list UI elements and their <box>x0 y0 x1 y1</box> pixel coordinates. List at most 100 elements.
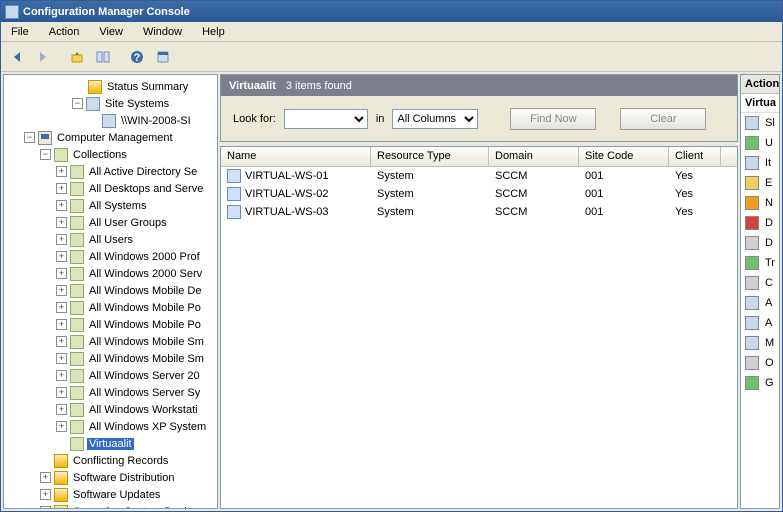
look-for-input[interactable] <box>284 109 368 129</box>
expand-icon[interactable]: + <box>56 285 67 296</box>
up-button[interactable] <box>65 45 89 69</box>
tree-conflicting-records[interactable]: Conflicting Records <box>40 452 217 469</box>
expand-icon[interactable]: + <box>40 506 51 509</box>
tree-collection-item[interactable]: +All User Groups <box>56 214 217 231</box>
new-window-button[interactable] <box>151 45 175 69</box>
tree-status-summary[interactable]: Status Summary <box>88 78 217 95</box>
menu-view[interactable]: View <box>89 24 133 40</box>
tree-collection-item[interactable]: +All Systems <box>56 197 217 214</box>
help-button[interactable]: ? <box>125 45 149 69</box>
menu-help[interactable]: Help <box>192 24 235 40</box>
main-pane: Virtuaalit 3 items found Look for: in Al… <box>220 74 738 509</box>
action-item[interactable]: D <box>741 213 779 233</box>
expand-icon[interactable]: + <box>56 421 67 432</box>
tree-pane[interactable]: Status Summary −Site Systems \\WIN-2008-… <box>3 74 218 509</box>
columns-select[interactable]: All Columns <box>392 109 478 129</box>
collection-icon <box>70 301 84 315</box>
collection-icon <box>70 386 84 400</box>
expand-icon[interactable]: + <box>56 268 67 279</box>
app-window: Configuration Manager Console File Actio… <box>0 0 783 512</box>
action-item[interactable]: A <box>741 313 779 333</box>
menu-action[interactable]: Action <box>39 24 90 40</box>
expand-icon[interactable]: + <box>56 183 67 194</box>
action-item[interactable]: U <box>741 133 779 153</box>
action-item[interactable]: N <box>741 193 779 213</box>
table-row[interactable]: VIRTUAL-WS-01SystemSCCM001Yes <box>221 167 737 185</box>
tree-collection-item[interactable]: +All Windows 2000 Serv <box>56 265 217 282</box>
expand-icon[interactable]: + <box>56 336 67 347</box>
action-icon <box>745 196 759 210</box>
action-item[interactable]: It <box>741 153 779 173</box>
expand-icon[interactable]: + <box>40 489 51 500</box>
expand-icon[interactable]: + <box>56 217 67 228</box>
collection-icon <box>70 403 84 417</box>
svg-text:?: ? <box>134 52 141 64</box>
col-name[interactable]: Name <box>221 147 371 166</box>
tree-collection-item[interactable]: +All Desktops and Serve <box>56 180 217 197</box>
collapse-icon[interactable]: − <box>24 132 35 143</box>
action-item[interactable]: C <box>741 273 779 293</box>
expand-icon[interactable]: + <box>56 404 67 415</box>
tree-software-updates[interactable]: +Software Updates <box>40 486 217 503</box>
tree-collection-item[interactable]: +All Windows Mobile Sm <box>56 333 217 350</box>
find-now-button[interactable]: Find Now <box>510 108 596 130</box>
expand-icon[interactable]: + <box>56 370 67 381</box>
action-item[interactable]: Sl <box>741 113 779 133</box>
tree-collection-item[interactable]: +All Windows Server 20 <box>56 367 217 384</box>
back-button[interactable] <box>5 45 29 69</box>
tree-collection-item[interactable]: +All Windows Mobile De <box>56 282 217 299</box>
col-resource-type[interactable]: Resource Type <box>371 147 489 166</box>
tree-os-deployment[interactable]: +Operating System Deploym <box>40 503 217 509</box>
expand-icon[interactable]: + <box>56 251 67 262</box>
tree-collection-selected[interactable]: Virtuaalit <box>56 435 217 452</box>
expand-icon[interactable]: + <box>56 319 67 330</box>
action-item[interactable]: E <box>741 173 779 193</box>
action-item[interactable]: D <box>741 233 779 253</box>
action-item[interactable]: A <box>741 293 779 313</box>
action-item[interactable]: O <box>741 353 779 373</box>
collection-icon <box>70 250 84 264</box>
panes-button[interactable] <box>91 45 115 69</box>
action-item[interactable]: Tr <box>741 253 779 273</box>
tree-site-server[interactable]: \\WIN-2008-SI <box>88 112 217 129</box>
tree-site-systems[interactable]: −Site Systems <box>72 95 217 112</box>
tree-collection-item[interactable]: +All Active Directory Se <box>56 163 217 180</box>
tree-collection-item[interactable]: +All Windows Mobile Po <box>56 316 217 333</box>
table-row[interactable]: VIRTUAL-WS-03SystemSCCM001Yes <box>221 203 737 221</box>
action-item[interactable]: M <box>741 333 779 353</box>
tree-computer-management[interactable]: −Computer Management <box>24 129 217 146</box>
tree-collection-item[interactable]: +All Windows Workstati <box>56 401 217 418</box>
clear-button[interactable]: Clear <box>620 108 706 130</box>
tree-collection-item[interactable]: +All Users <box>56 231 217 248</box>
action-item[interactable]: G <box>741 373 779 393</box>
col-domain[interactable]: Domain <box>489 147 579 166</box>
tree-collection-item[interactable]: +All Windows Mobile Sm <box>56 350 217 367</box>
title-bar[interactable]: Configuration Manager Console <box>1 1 782 22</box>
col-site-code[interactable]: Site Code <box>579 147 669 166</box>
tree-collection-item[interactable]: +All Windows Server Sy <box>56 384 217 401</box>
tree-collection-item[interactable]: +All Windows Mobile Po <box>56 299 217 316</box>
tree-software-distribution[interactable]: +Software Distribution <box>40 469 217 486</box>
menu-window[interactable]: Window <box>133 24 192 40</box>
expand-icon[interactable]: + <box>56 353 67 364</box>
menu-file[interactable]: File <box>1 24 39 40</box>
expand-icon[interactable]: + <box>56 200 67 211</box>
expand-icon[interactable]: + <box>56 166 67 177</box>
expand-icon[interactable]: + <box>56 234 67 245</box>
forward-button[interactable] <box>31 45 55 69</box>
collection-icon <box>70 420 84 434</box>
folder-icon <box>54 454 68 468</box>
table-row[interactable]: VIRTUAL-WS-02SystemSCCM001Yes <box>221 185 737 203</box>
tree-collections[interactable]: −Collections <box>40 146 217 163</box>
collapse-icon[interactable]: − <box>72 98 83 109</box>
collapse-icon[interactable]: − <box>40 149 51 160</box>
results-grid[interactable]: Name Resource Type Domain Site Code Clie… <box>220 146 738 509</box>
expand-icon[interactable]: + <box>56 302 67 313</box>
expand-icon[interactable]: + <box>56 387 67 398</box>
tree-collection-item[interactable]: +All Windows XP System <box>56 418 217 435</box>
tree-collection-item[interactable]: +All Windows 2000 Prof <box>56 248 217 265</box>
action-icon <box>745 236 759 250</box>
grid-header: Name Resource Type Domain Site Code Clie… <box>221 147 737 167</box>
expand-icon[interactable]: + <box>40 472 51 483</box>
col-client[interactable]: Client <box>669 147 721 166</box>
